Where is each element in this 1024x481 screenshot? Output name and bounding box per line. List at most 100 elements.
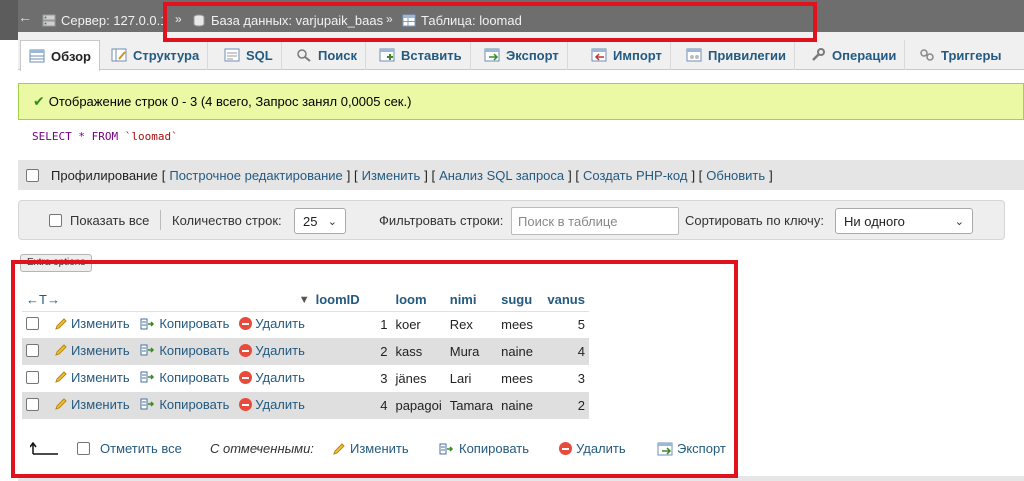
table-row[interactable]: Изменить Копировать Удалить 2 kass Mura naine 4 [22,338,589,365]
row-edit-cell: Изменить [49,338,137,365]
copy-row-button[interactable]: Копировать [140,397,229,412]
results-table: ←T→ ▼ loomID loom nimi sugu vanus Измени… [22,289,589,419]
cell-vanus[interactable]: 4 [543,338,589,365]
pencil-icon [55,344,67,357]
tab-operations[interactable]: Операции [802,40,906,70]
row-copy-cell: Копировать [136,311,236,338]
inline-edit-link[interactable]: Построчное редактирование [169,168,342,183]
breadcrumb-server[interactable]: Сервер: 127.0.0.1 [42,12,168,28]
delete-row-button[interactable]: Удалить [239,316,305,331]
success-message: ✔ Отображение строк 0 - 3 (4 всего, Запр… [18,83,1024,120]
cell-loom[interactable]: kass [391,338,446,365]
tab-insert[interactable]: Вставить [371,40,471,70]
cell-nimi[interactable]: Mura [445,338,498,365]
create-php-code-link[interactable]: Создать PHP-код [583,168,687,183]
cell-nimi[interactable]: Rex [445,311,498,338]
delete-icon [559,442,572,455]
table-row[interactable]: Изменить Копировать Удалить 4 papagoi Tamara n… [22,392,589,419]
row-count-select[interactable]: 25 ⌄ [294,208,346,234]
breadcrumb-database[interactable]: База данных: varjupaik_baas [192,12,383,28]
row-checkbox[interactable] [26,343,39,357]
cell-vanus[interactable]: 3 [543,365,589,392]
cell-nimi[interactable]: Lari [445,365,498,392]
table-row[interactable]: Изменить Копировать Удалить 1 koer Rex mees 5 [22,311,589,338]
cell-vanus[interactable]: 5 [543,311,589,338]
delete-row-button[interactable]: Удалить [239,343,305,358]
tab-search-label: Поиск [318,47,358,63]
breadcrumb-table[interactable]: Таблица: loomad [402,12,522,28]
tab-triggers[interactable]: Триггеры [911,40,1009,70]
cell-nimi[interactable]: Tamara [445,392,498,419]
bracket: ] [ [691,167,703,183]
filter-rows-input[interactable]: Поиск в таблице [511,207,679,235]
edit-row-button[interactable]: Изменить [54,343,130,358]
cell-loomid[interactable]: 3 [311,365,392,392]
main-tabs: Обзор Структура SQL Поиск Вставить Экспо… [18,32,1024,71]
tab-import[interactable]: Импорт [583,40,671,70]
tab-insert-label: Вставить [401,47,462,63]
cell-vanus[interactable]: 2 [543,392,589,419]
tab-sql[interactable]: SQL [216,40,282,70]
bracket: [ [161,167,166,183]
cell-sugu[interactable]: naine [497,392,544,419]
edit-row-button[interactable]: Изменить [54,316,130,331]
edit-row-button[interactable]: Изменить [54,397,130,412]
cell-loom[interactable]: jänes [391,365,446,392]
tab-export[interactable]: Экспорт [476,40,568,70]
cell-sugu[interactable]: naine [497,338,544,365]
bulk-export-button[interactable]: Экспорт [657,441,726,456]
tab-structure[interactable]: Структура [103,40,209,70]
bulk-edit-button[interactable]: Изменить [332,441,409,456]
tab-browse[interactable]: Обзор [20,40,100,71]
show-all-checkbox[interactable] [49,214,62,227]
cell-sugu[interactable]: mees [497,311,544,338]
delete-icon [239,344,253,357]
explain-sql-link[interactable]: Анализ SQL запроса [439,168,564,183]
row-checkbox[interactable] [26,316,39,330]
cell-sugu[interactable]: mees [497,365,544,392]
edit-query-link[interactable]: Изменить [362,168,421,183]
tab-privileges[interactable]: Привилегии [678,40,795,70]
copy-row-button[interactable]: Копировать [140,370,229,385]
cell-loomid[interactable]: 4 [311,392,392,419]
column-header-vanus[interactable]: vanus [543,289,589,312]
cell-loomid[interactable]: 2 [311,338,392,365]
table-row[interactable]: Изменить Копировать Удалить 3 jänes Lari mees 3 [22,365,589,392]
extra-options-button[interactable]: Extra options [20,254,93,272]
cell-loom[interactable]: koer [391,311,446,338]
delete-icon [239,317,253,331]
cell-loomid[interactable]: 1 [311,311,392,338]
sort-dropdown-icon[interactable]: ▼ [136,289,312,312]
delete-row-button[interactable]: Удалить [239,370,305,385]
row-edit-cell: Изменить [49,365,137,392]
cell-loom[interactable]: papagoi [391,392,446,419]
bulk-copy-button[interactable]: Копировать [439,441,529,456]
copy-row-button[interactable]: Копировать [140,343,229,358]
divider [160,210,161,230]
copy-row-button[interactable]: Копировать [140,316,229,331]
column-resize-arrows[interactable]: ←T→ [22,289,137,312]
profiling-checkbox[interactable] [26,168,39,182]
check-all[interactable]: Отметить все [77,441,182,456]
check-all-label[interactable]: Отметить все [100,441,182,456]
column-header-loom[interactable]: loom [391,289,446,312]
refresh-link[interactable]: Обновить [706,168,765,183]
row-edit-cell: Изменить [49,392,137,419]
delete-row-label: Удалить [255,343,305,358]
column-header-sugu[interactable]: sugu [497,289,544,312]
row-checkbox[interactable] [26,397,39,411]
check-all-checkbox[interactable] [77,442,90,455]
column-header-nimi[interactable]: nimi [445,289,498,312]
bulk-delete-button[interactable]: Удалить [559,441,626,456]
row-checkbox[interactable] [26,370,39,384]
column-header-loomid[interactable]: loomID [311,289,392,312]
sql-star: * [78,130,85,143]
edit-row-button[interactable]: Изменить [54,370,130,385]
delete-row-button[interactable]: Удалить [239,397,305,412]
tab-search[interactable]: Поиск [288,40,367,70]
collapse-arrow-icon[interactable]: ← [18,9,34,25]
tab-structure-label: Структура [133,47,200,63]
sort-by-key-select[interactable]: Ни одного ⌄ [835,208,973,234]
sql-query[interactable]: SELECT * FROM `loomad` [18,120,1024,160]
tab-import-label: Импорт [613,47,662,63]
